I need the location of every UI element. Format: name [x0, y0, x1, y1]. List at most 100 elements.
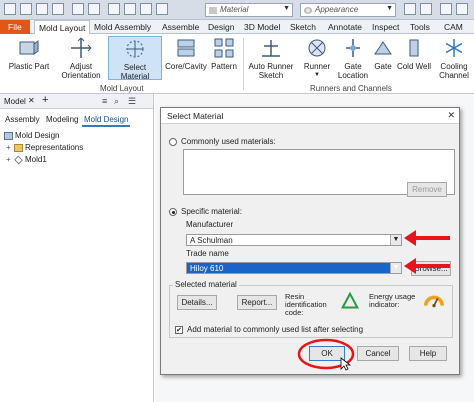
redo-icon[interactable]	[88, 3, 100, 15]
tab-file[interactable]: File	[0, 20, 30, 34]
appearance-combo[interactable]: Appearance ▼	[300, 3, 396, 17]
report-button[interactable]: Report...	[237, 295, 277, 310]
select-icon[interactable]	[156, 3, 168, 15]
gate-location-label: Gate Location	[337, 62, 369, 80]
energy-gauge-icon	[423, 295, 445, 308]
trade-name-label: Trade name	[186, 249, 229, 258]
trade-name-select[interactable]: Hiloy 610 ▼	[186, 262, 402, 274]
tree-label: Mold Design	[15, 131, 60, 140]
browser-tab-modeling[interactable]: Modeling	[44, 114, 80, 125]
pattern-icon	[214, 38, 234, 58]
core-cavity-button[interactable]: Core/Cavity	[164, 36, 208, 71]
plastic-part-button[interactable]: Plastic Part	[2, 36, 56, 71]
search-icon[interactable]: ⌕	[114, 96, 119, 107]
cancel-button[interactable]: Cancel	[357, 346, 399, 361]
browser-title: Model	[4, 97, 26, 106]
dialog-title: Select Material	[161, 108, 459, 124]
select-material-icon	[126, 40, 144, 58]
adjust-orientation-button[interactable]: Adjust Orientation	[58, 36, 104, 80]
chevron-down-icon: ▼	[314, 72, 320, 78]
material-combo[interactable]: Material ▼	[205, 3, 293, 17]
gate-location-button[interactable]: Gate Location	[336, 36, 370, 80]
tree-item-mold1[interactable]: + Mold1	[4, 154, 154, 166]
color-icon[interactable]	[420, 3, 432, 15]
folder-icon	[14, 143, 23, 152]
trade-name-value: Hiloy 610	[190, 264, 224, 273]
specific-material-label: Specific material:	[181, 207, 242, 216]
cooling-channel-label: Cooling Channel	[439, 62, 469, 80]
assembly-icon	[4, 131, 13, 140]
quick-access-toolbar: Material ▼ Appearance ▼	[0, 0, 474, 20]
tab-cam[interactable]: CAM	[440, 20, 467, 34]
auto-runner-sketch-label: Auto Runner Sketch	[248, 62, 294, 80]
new-file-icon[interactable]	[20, 3, 32, 15]
select-material-button[interactable]: Select Material	[108, 36, 162, 81]
tab-mold-layout[interactable]: Mold Layout	[34, 20, 91, 35]
return-icon[interactable]	[108, 3, 120, 15]
chevron-down-icon: ▼	[283, 5, 290, 12]
add-icon[interactable]: +	[42, 94, 48, 106]
browser-tab-assembly[interactable]: Assembly	[3, 114, 42, 125]
adjust-orientation-label: Adjust Orientation	[61, 62, 101, 80]
undo-icon[interactable]	[72, 3, 84, 15]
auto-runner-sketch-button[interactable]: Auto Runner Sketch	[246, 36, 296, 80]
core-cavity-icon	[177, 39, 195, 57]
cold-well-button[interactable]: Cold Well	[396, 36, 432, 71]
plastic-part-label: Plastic Part	[8, 62, 50, 71]
tool-icon[interactable]	[440, 3, 452, 15]
measure-icon[interactable]	[124, 3, 136, 15]
select-material-label: Select Material	[120, 63, 150, 81]
fx-icon[interactable]	[404, 3, 416, 15]
help-button[interactable]: Help	[409, 346, 447, 361]
tree-item-representations[interactable]: + Representations	[4, 142, 154, 154]
browser-tab-mold-design[interactable]: Mold Design	[82, 114, 131, 127]
cooling-channel-button[interactable]: Cooling Channel	[434, 36, 474, 80]
adjust-orientation-icon	[71, 37, 92, 58]
tab-3d-model[interactable]: 3D Model	[240, 20, 284, 34]
diamond-icon	[14, 155, 23, 165]
commonly-used-radio[interactable]	[169, 138, 177, 146]
gate-button[interactable]: Gate	[370, 36, 396, 71]
gate-location-icon	[346, 39, 360, 57]
tab-annotate[interactable]: Annotate	[324, 20, 366, 34]
open-file-icon[interactable]	[36, 3, 48, 15]
appearance-combo-text: Appearance	[315, 5, 359, 14]
tab-design[interactable]: Design	[204, 20, 238, 34]
annotation-arrows	[404, 230, 450, 274]
details-button[interactable]: Details...	[177, 295, 217, 310]
model-browser: Model ✕ + ≡ ⌕ ☰ Assembly Modeling Mold D…	[0, 94, 154, 402]
close-icon[interactable]: ✕	[447, 110, 455, 121]
plastic-part-icon	[19, 40, 39, 55]
update-icon[interactable]	[140, 3, 152, 15]
home-icon[interactable]	[4, 3, 16, 15]
tab-tools[interactable]: Tools	[406, 20, 434, 34]
material-swatch-icon	[209, 7, 217, 14]
menu-icon[interactable]: ☰	[128, 96, 136, 107]
tab-assemble[interactable]: Assemble	[158, 20, 203, 34]
gate-icon	[374, 41, 392, 55]
commonly-used-label: Commonly used materials:	[181, 137, 276, 146]
pattern-button[interactable]: Pattern	[208, 36, 240, 71]
tab-sketch[interactable]: Sketch	[286, 20, 320, 34]
runner-label: Runner	[303, 62, 331, 71]
tab-inspect[interactable]: Inspect	[368, 20, 403, 34]
remove-button[interactable]: Remove	[407, 182, 447, 197]
hamburger-icon[interactable]: ≡	[102, 96, 107, 106]
manufacturer-select[interactable]: A Schulman ▼	[186, 234, 402, 246]
runner-button[interactable]: Runner ▼	[300, 36, 334, 80]
panel-label-runners-channels: Runners and Channels	[310, 84, 392, 93]
expand-icon[interactable]: +	[6, 142, 14, 154]
expand-icon[interactable]: +	[6, 154, 14, 166]
add-material-checkbox[interactable]: ✔	[175, 326, 183, 334]
manufacturer-label: Manufacturer	[186, 220, 234, 229]
ribbon: Plastic Part Adjust Orientation Select M…	[0, 34, 474, 94]
energy-usage-label: Energy usage indicator:	[369, 292, 416, 309]
specific-material-radio[interactable]	[169, 208, 177, 216]
tab-mold-assembly[interactable]: Mold Assembly	[90, 20, 155, 34]
tree-item-mold-design[interactable]: Mold Design	[4, 130, 154, 142]
more-icon[interactable]	[456, 3, 468, 15]
close-icon[interactable]: ✕	[28, 96, 35, 105]
auto-runner-sketch-icon	[262, 40, 280, 57]
save-icon[interactable]	[52, 3, 64, 15]
selected-material-label: Selected material	[173, 280, 239, 289]
